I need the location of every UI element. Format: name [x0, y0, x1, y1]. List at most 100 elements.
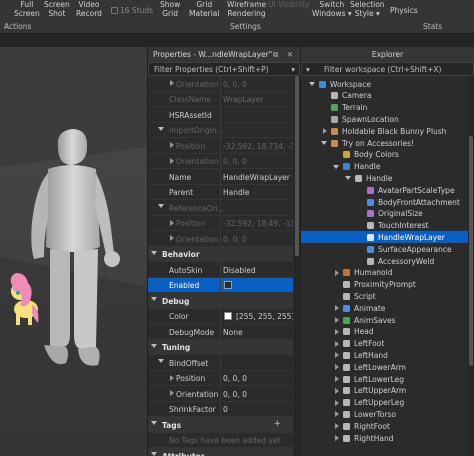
- property-value[interactable]: -32.592, 18.49, -13...: [223, 219, 293, 228]
- explorer-tree-item[interactable]: AccessoryWeld: [301, 255, 469, 267]
- explorer-tree-item[interactable]: SpawnLocation: [301, 113, 469, 125]
- collapse-chevron-icon[interactable]: [170, 219, 174, 226]
- expand-chevron-icon[interactable]: [309, 82, 315, 86]
- video-record-button[interactable]: Video Record: [76, 0, 102, 18]
- property-value[interactable]: Handle: [223, 188, 249, 197]
- property-row[interactable]: Tags +: [148, 417, 293, 433]
- explorer-tree-item[interactable]: Handle: [301, 172, 469, 184]
- physics-button[interactable]: Physics: [390, 6, 418, 15]
- explorer-tree-item[interactable]: LeftLowerLeg: [301, 373, 469, 385]
- property-row[interactable]: Position 0, 0, 0: [148, 370, 293, 386]
- color-swatch[interactable]: [224, 311, 232, 320]
- filter-dropdown-icon[interactable]: ▾: [291, 65, 295, 74]
- property-value[interactable]: [255, 255, 255]: [236, 312, 293, 321]
- property-row[interactable]: ImportOrigin...: [148, 122, 293, 138]
- property-row[interactable]: Orientation 0, 0, 0: [148, 231, 293, 247]
- explorer-tree-item[interactable]: Terrain: [301, 102, 469, 114]
- property-row[interactable]: Position -32.592, 18.734, -3...: [148, 138, 293, 154]
- property-row[interactable]: ShrinkFactor 0: [148, 401, 293, 417]
- studs-toggle[interactable]: 16 Studs: [111, 6, 153, 15]
- property-value[interactable]: WrapLayer: [223, 95, 263, 104]
- explorer-tree-item[interactable]: ProximityPrompt: [301, 279, 469, 291]
- full-screen-button[interactable]: Full Screen: [14, 0, 40, 18]
- explorer-scroll-thumb[interactable]: [469, 136, 473, 366]
- property-value[interactable]: 0: [223, 405, 228, 414]
- explorer-tree-item[interactable]: AvatarPartScaleType: [301, 184, 469, 196]
- enabled-checkbox[interactable]: [224, 280, 232, 289]
- explorer-tree-item[interactable]: LowerTorso: [301, 408, 469, 420]
- property-row[interactable]: Orientation 0, 0, 0: [148, 76, 293, 92]
- expand-chevron-icon[interactable]: [158, 359, 164, 363]
- property-row[interactable]: Orientation 0, 0, 0: [148, 153, 293, 169]
- collapse-chevron-icon[interactable]: [335, 411, 339, 418]
- property-row[interactable]: AutoSkin Disabled: [148, 262, 293, 278]
- property-value[interactable]: HandleWrapLayer: [223, 173, 290, 182]
- collapse-chevron-icon[interactable]: [170, 80, 174, 86]
- property-row[interactable]: Name HandleWrapLayer: [148, 169, 293, 185]
- filter-dropdown-icon[interactable]: ▾: [306, 65, 310, 74]
- explorer-tree-item[interactable]: Body Colors: [301, 149, 469, 161]
- property-row[interactable]: Debug: [148, 293, 293, 309]
- expand-chevron-icon[interactable]: [151, 343, 157, 348]
- explorer-tree-item[interactable]: SurfaceAppearance: [301, 243, 469, 255]
- property-value[interactable]: None: [223, 328, 243, 337]
- collapse-chevron-icon[interactable]: [335, 269, 339, 276]
- explorer-filter-input[interactable]: ▾ Filter workspace (Ctrl+Shift+X): [301, 62, 474, 76]
- properties-title-bar[interactable]: Properties - W...ndleWrapLayer" ⧉ ✕: [148, 47, 300, 62]
- property-row[interactable]: Attributes: [148, 448, 293, 456]
- explorer-tree-item[interactable]: Try on Accessories!: [301, 137, 469, 149]
- collapse-chevron-icon[interactable]: [335, 328, 339, 335]
- explorer-tree-item[interactable]: TouchInterest: [301, 220, 469, 232]
- property-row[interactable]: DebugMode None: [148, 324, 293, 340]
- explorer-tree-item[interactable]: AnimSaves: [301, 314, 469, 326]
- explorer-tree-item[interactable]: Script: [301, 290, 469, 302]
- collapse-chevron-icon[interactable]: [335, 376, 339, 382]
- property-row[interactable]: Tuning: [148, 339, 293, 355]
- property-row[interactable]: HSRAssetId: [148, 107, 293, 123]
- selection-style-button[interactable]: Selection Style ▾: [350, 0, 385, 18]
- property-row[interactable]: No Tags have been added yet: [148, 433, 293, 448]
- explorer-tree-item[interactable]: Workspace: [301, 78, 469, 90]
- explorer-scrollbar[interactable]: [468, 76, 474, 456]
- expand-chevron-icon[interactable]: [321, 141, 327, 145]
- property-value[interactable]: 0, 0, 0: [223, 390, 247, 399]
- property-row[interactable]: Color [255, 255, 255]: [148, 308, 293, 324]
- collapse-chevron-icon[interactable]: [335, 387, 339, 394]
- expand-chevron-icon[interactable]: [151, 452, 157, 456]
- collapse-chevron-icon[interactable]: [335, 423, 339, 430]
- collapse-chevron-icon[interactable]: [335, 435, 339, 441]
- expand-chevron-icon[interactable]: [345, 176, 351, 181]
- explorer-tree-item[interactable]: LeftHand: [301, 349, 469, 361]
- collapse-chevron-icon[interactable]: [335, 340, 339, 347]
- explorer-tree-item[interactable]: OriginalSize: [301, 208, 469, 220]
- properties-scroll-thumb[interactable]: [295, 76, 299, 256]
- add-tag-button[interactable]: +: [273, 419, 281, 429]
- property-row[interactable]: Position -32.592, 18.49, -13...: [148, 215, 293, 231]
- screen-shot-button[interactable]: Screen Shot: [44, 0, 70, 18]
- ui-visibility-button[interactable]: UI Visibility: [268, 0, 310, 9]
- property-row[interactable]: BindOffset: [148, 355, 293, 371]
- explorer-tree-item[interactable]: RightHand: [301, 432, 469, 444]
- explorer-tree-item[interactable]: HandleWrapLayer: [301, 231, 469, 244]
- explorer-tree-item[interactable]: Head: [301, 326, 469, 338]
- show-grid-button[interactable]: Show Grid: [160, 0, 180, 18]
- explorer-tree-item[interactable]: Handle: [301, 161, 469, 173]
- explorer-tree-item[interactable]: Camera: [301, 90, 469, 102]
- collapse-chevron-icon[interactable]: [170, 390, 174, 396]
- expand-chevron-icon[interactable]: [151, 421, 157, 425]
- property-value[interactable]: 0, 0, 0: [223, 235, 247, 244]
- viewport-3d[interactable]: [0, 47, 147, 456]
- property-value[interactable]: -32.592, 18.734, -3...: [223, 142, 293, 151]
- property-row[interactable]: Parent Handle: [148, 184, 293, 200]
- property-value[interactable]: 0, 0, 0: [223, 157, 247, 166]
- collapse-chevron-icon[interactable]: [335, 352, 339, 359]
- property-row[interactable]: ReferenceOri...: [148, 200, 293, 216]
- collapse-chevron-icon[interactable]: [335, 305, 339, 312]
- collapse-chevron-icon[interactable]: [335, 399, 339, 406]
- property-row[interactable]: Orientation 0, 0, 0: [148, 386, 293, 402]
- property-row[interactable]: ClassName WrapLayer: [148, 91, 293, 107]
- collapse-chevron-icon[interactable]: [335, 317, 339, 323]
- explorer-tree-item[interactable]: LeftFoot: [301, 338, 469, 350]
- explorer-tree-item[interactable]: LeftUpperLeg: [301, 397, 469, 409]
- property-value[interactable]: Disabled: [223, 266, 256, 275]
